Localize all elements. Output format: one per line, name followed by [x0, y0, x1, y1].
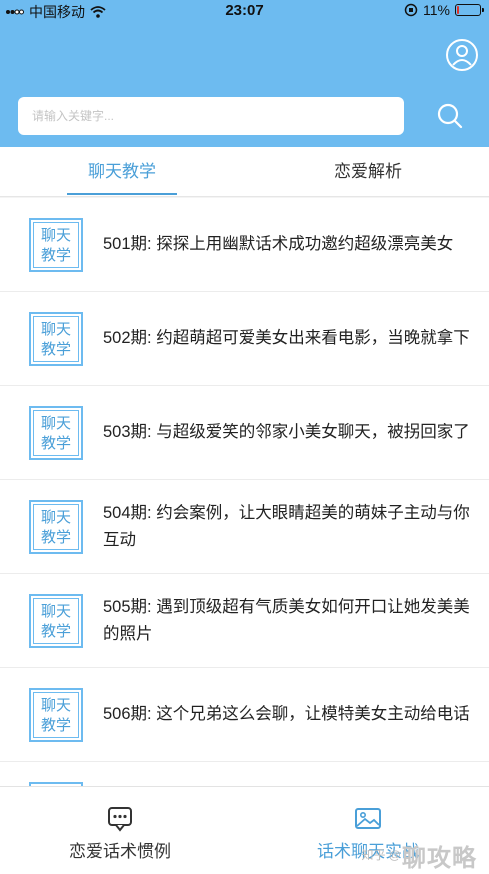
- orientation-lock-icon: [404, 3, 418, 17]
- list-item[interactable]: 聊天 教学 506期: 这个兄弟这么会聊，让模特美女主动给电话: [0, 668, 489, 762]
- nav-love-scripts-label: 恋爱话术惯例: [69, 842, 171, 861]
- search-box[interactable]: [18, 97, 404, 135]
- lesson-title: 503期: 与超级爱笑的邻家小美女聊天，被拐回家了: [103, 423, 470, 441]
- list-item[interactable]: 聊天 教学 504期: 约会案例，让大眼睛超美的萌妹子主动与你互动: [0, 480, 489, 574]
- nav-love-scripts[interactable]: 恋爱话术惯例: [20, 787, 220, 874]
- lesson-thumbnail: 聊天教学: [29, 217, 83, 272]
- thumbnail-text-line2: 教学: [40, 245, 71, 264]
- thumbnail-frame: 聊天教学: [33, 221, 79, 268]
- battery-percent: 11%: [423, 2, 450, 18]
- lesson-title: 506期: 这个兄弟这么会聊，让模特美女主动给电话: [103, 705, 470, 723]
- thumbnail-text-line1: 聊天: [40, 225, 71, 244]
- chat-bubble-icon: [108, 807, 132, 832]
- lesson-thumbnail: 聊天教学: [29, 405, 83, 460]
- thumbnail-frame: 聊天教学: [33, 597, 79, 644]
- thumbnail-frame: 聊天教学: [33, 503, 79, 550]
- thumbnail-text-line2: 教学: [40, 433, 71, 452]
- user-circle-icon[interactable]: [445, 38, 479, 72]
- list-item[interactable]: 聊天 教学 502期: 约超萌超可爱美女出来看电影，当晚就拿下: [0, 292, 489, 386]
- thumbnail-text-line1: 聊天: [40, 507, 71, 526]
- thumbnail-text-line2: 教学: [40, 527, 71, 546]
- lesson-list: 聊天 教学 501期: 探探上用幽默话术成功邀约超级漂亮美女 聊天 教学 502期: 约超…: [0, 198, 489, 786]
- thumbnail-text-line1: 聊天: [40, 695, 71, 714]
- watermark-source: 知乎 @: [361, 848, 401, 862]
- thumbnail-text-line2: 教学: [40, 621, 71, 640]
- lesson-title: 504期: 约会案例，让大眼睛超美的萌妹子主动与你互动: [103, 503, 470, 549]
- list-item[interactable]: 聊天教学507期: 探探遇到的超顶级时尚美女，用追温话术: [0, 762, 489, 786]
- lesson-thumbnail: 聊天教学: [29, 311, 83, 366]
- thumbnail-frame: 聊天教学: [33, 409, 79, 456]
- thumbnail-text-line2: 教学: [40, 715, 71, 734]
- tab-chat-teaching[interactable]: 聊天教学: [67, 147, 177, 197]
- battery-fill: [457, 6, 460, 14]
- lesson-thumbnail: 聊天教学: [29, 499, 83, 554]
- tab-love-analysis[interactable]: 恋爱解析: [313, 147, 423, 197]
- watermark: 聊攻略: [402, 845, 477, 872]
- list-item[interactable]: 聊天 教学 505期: 遇到顶级超有气质美女如何开口让她发美美的照片: [0, 574, 489, 668]
- thumbnail-text-line1: 聊天: [40, 413, 71, 432]
- lesson-title: 502期: 约超萌超可爱美女出来看电影，当晚就拿下: [103, 329, 470, 347]
- search-input[interactable]: [32, 109, 390, 123]
- status-bar: 中国移动 23:07 11%: [0, 0, 489, 22]
- lesson-title: 505期: 遇到顶级超有气质美女如何开口让她发美美的照片: [103, 597, 470, 643]
- list-item[interactable]: 聊天 教学 503期: 与超级爱笑的邻家小美女聊天，被拐回家了: [0, 386, 489, 480]
- thumbnail-frame: 聊天教学: [33, 691, 79, 738]
- battery-icon: [455, 4, 484, 16]
- lesson-thumbnail: 聊天教学: [29, 687, 83, 742]
- thumbnail-text-line1: 聊天: [40, 319, 71, 338]
- search-icon[interactable]: [435, 101, 465, 131]
- list-item[interactable]: 聊天 教学 501期: 探探上用幽默话术成功邀约超级漂亮美女: [0, 198, 489, 292]
- app-header: 中国移动 23:07 11%: [0, 0, 489, 147]
- lesson-thumbnail: 聊天教学: [29, 593, 83, 648]
- status-right: 11%: [404, 2, 484, 18]
- thumbnail-text-line1: 聊天: [40, 601, 71, 620]
- thumbnail-text-line2: 教学: [40, 339, 71, 358]
- lesson-title: 501期: 探探上用幽默话术成功邀约超级漂亮美女: [103, 235, 454, 253]
- image-icon: [355, 808, 381, 829]
- tab-bar: 聊天教学 恋爱解析: [0, 147, 489, 197]
- thumbnail-frame: 聊天教学: [33, 315, 79, 362]
